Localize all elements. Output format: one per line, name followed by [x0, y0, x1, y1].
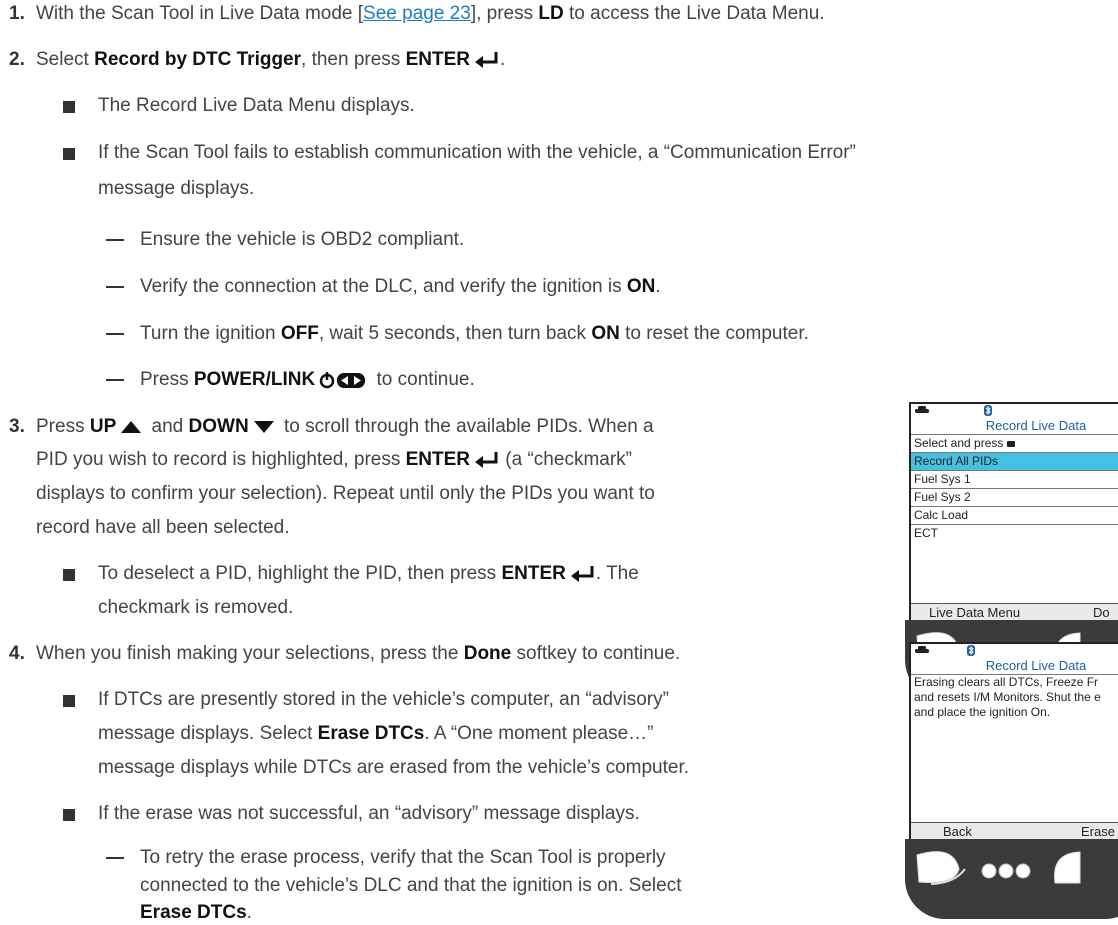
- scan-tool-screen-2: Record Live Data Erasing clears all DTCs…: [905, 642, 1118, 922]
- power-link-icon: [320, 371, 366, 389]
- step-number: 4.: [9, 643, 25, 664]
- pid-row[interactable]: Calc Load: [911, 506, 1118, 524]
- bluetooth-icon: [984, 405, 992, 416]
- screen-title: Record Live Data: [985, 418, 1087, 433]
- key-enter: ENTER: [405, 49, 470, 70]
- dash-icon: [106, 333, 124, 335]
- select-key-icon: [1006, 440, 1015, 447]
- pid-row[interactable]: Fuel Sys 1: [911, 470, 1118, 488]
- bluetooth-icon: [967, 645, 975, 656]
- bullet-icon: [63, 809, 75, 821]
- enter-icon: [474, 51, 498, 68]
- key-ld: LD: [538, 3, 564, 24]
- enter-icon: [475, 451, 498, 468]
- pid-row[interactable]: ECT: [911, 524, 1118, 542]
- dash-icon: [106, 379, 124, 381]
- dash-icon: [106, 286, 124, 288]
- step-number: 3.: [9, 416, 25, 437]
- screen-title: Record Live Data: [985, 658, 1087, 673]
- bullet-icon: [63, 101, 75, 113]
- screen-message-line: Erasing clears all DTCs, Freeze Fr: [914, 675, 1099, 689]
- bullet-icon: [63, 148, 75, 160]
- menu-option: Record by DTC Trigger: [94, 49, 302, 70]
- screen-message-line: and place the ignition On.: [914, 705, 1051, 719]
- device-buttons: [916, 851, 1081, 885]
- vehicle-icon: [915, 646, 929, 653]
- screen-instruction: Select and press: [911, 434, 1118, 452]
- vehicle-icon: [915, 406, 929, 413]
- down-arrow-icon: [253, 420, 274, 433]
- dash-icon: [106, 857, 124, 859]
- dash-icon: [106, 239, 124, 241]
- pid-row[interactable]: Fuel Sys 2: [911, 488, 1118, 506]
- bullet-icon: [63, 569, 75, 581]
- step-number: 1.: [9, 3, 25, 24]
- step-text: With the Scan Tool in Live Data mode [: [36, 3, 364, 24]
- step-number: 2.: [9, 49, 25, 70]
- bullet-icon: [63, 695, 75, 707]
- page-23-link[interactable]: See page 23: [363, 3, 471, 24]
- pid-row[interactable]: Record All PIDs: [911, 452, 1118, 470]
- device-bezel: [905, 839, 1118, 919]
- screen-message-line: and resets I/M Monitors. Shut the e: [914, 690, 1101, 704]
- up-arrow-icon: [121, 420, 142, 433]
- enter-icon: [570, 565, 594, 582]
